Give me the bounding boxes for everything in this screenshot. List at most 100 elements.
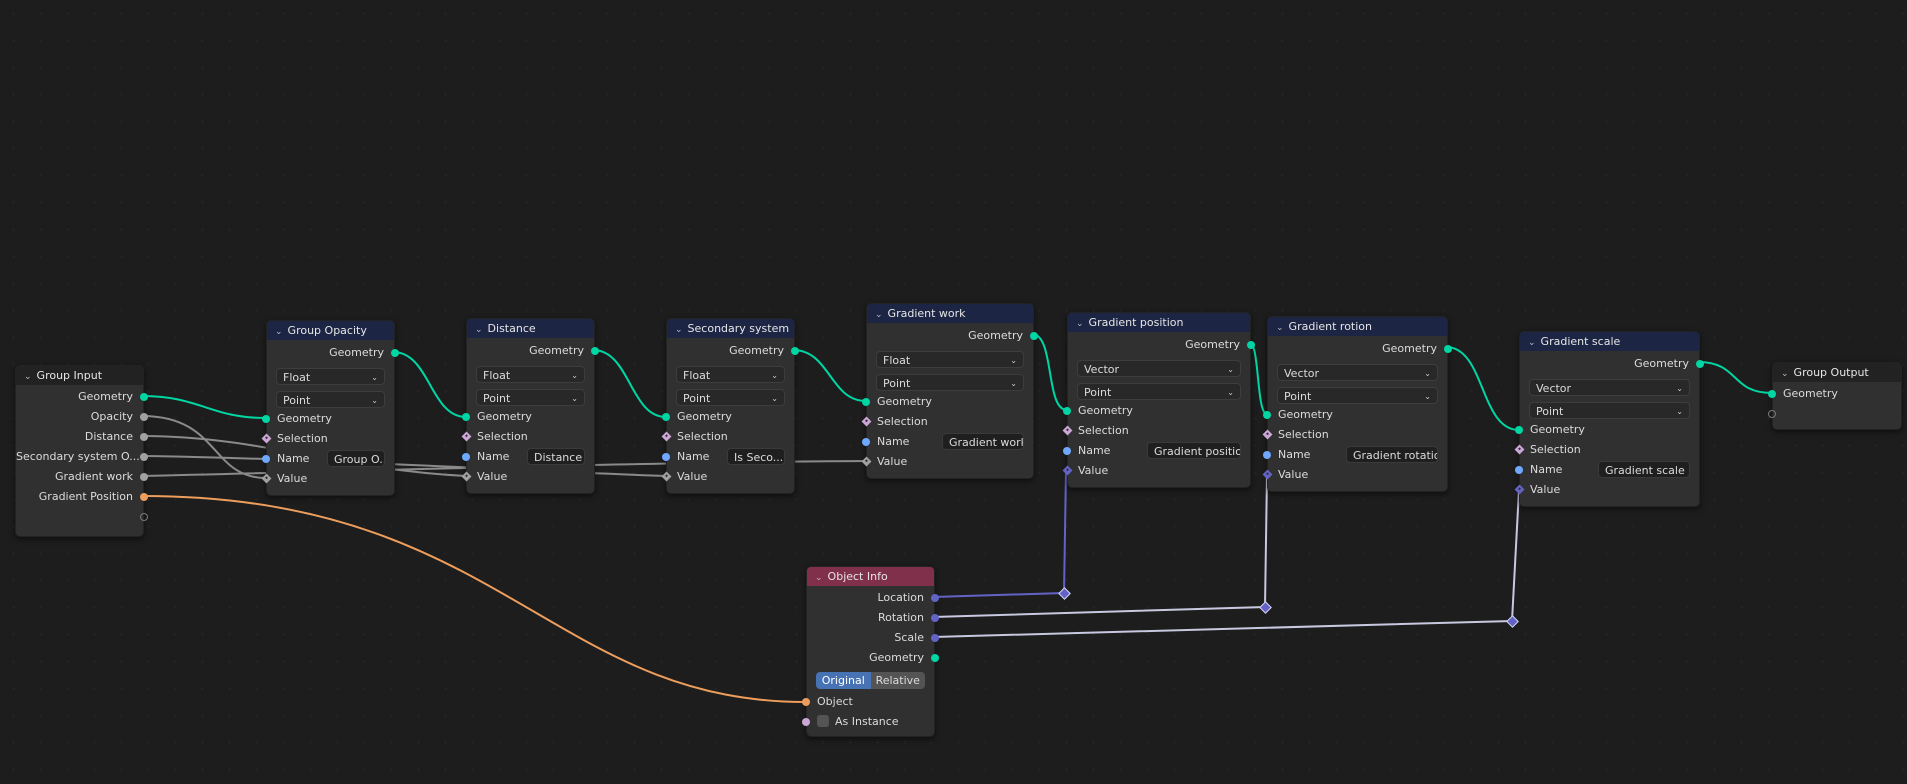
socket-string[interactable] — [662, 453, 670, 461]
socket-string[interactable] — [1515, 466, 1523, 474]
node-header[interactable]: ⌄ Object Info — [807, 567, 934, 586]
socket-geometry[interactable] — [1263, 411, 1271, 419]
socket-string[interactable] — [862, 438, 870, 446]
node-header[interactable]: ⌄ Group Output — [1773, 363, 1901, 382]
node-header[interactable]: ⌄ Gradient scale — [1520, 332, 1699, 351]
name-field[interactable]: Is Seco... — [727, 448, 785, 465]
option-relative[interactable]: Relative — [870, 672, 925, 689]
data-type-select[interactable]: Float ⌄ — [876, 351, 1024, 368]
node-object-info[interactable]: ⌄ Object Info Location Rotation Scale Geo… — [802, 566, 939, 737]
chevron-down-icon[interactable]: ⌄ — [1076, 315, 1084, 332]
socket-float[interactable] — [140, 453, 148, 461]
socket-label: Selection — [677, 430, 728, 443]
domain-select[interactable]: Point ⌄ — [676, 389, 785, 406]
data-type-select[interactable]: Vector ⌄ — [1077, 360, 1241, 377]
name-field[interactable]: Group O... — [327, 450, 385, 467]
chevron-down-icon: ⌄ — [571, 394, 578, 403]
name-field[interactable]: Gradient position — [1147, 442, 1241, 459]
domain-select[interactable]: Point ⌄ — [1077, 383, 1241, 400]
name-field[interactable]: Gradient rotation — [1346, 446, 1438, 463]
socket-float[interactable] — [140, 473, 148, 481]
domain-select[interactable]: Point ⌄ — [876, 374, 1024, 391]
socket-boolean[interactable] — [802, 718, 810, 726]
socket-string[interactable] — [262, 455, 270, 463]
node-group-output[interactable]: ⌄ Group Output Geometry — [1768, 362, 1902, 430]
socket-vector[interactable] — [931, 614, 939, 622]
socket-geometry[interactable] — [140, 393, 148, 401]
socket-geometry[interactable] — [1444, 345, 1452, 353]
socket-empty[interactable] — [1768, 410, 1776, 418]
socket-float[interactable] — [140, 413, 148, 421]
data-type-select[interactable]: Float ⌄ — [476, 366, 585, 383]
name-field[interactable]: Distance — [527, 448, 585, 465]
node-secondary-system[interactable]: ⌄ Secondary system Geometry Float ⌄ Point ⌄… — [661, 318, 799, 494]
socket-geometry[interactable] — [1515, 426, 1523, 434]
socket-geometry[interactable] — [591, 347, 599, 355]
socket-geometry[interactable] — [862, 398, 870, 406]
socket-string[interactable] — [462, 453, 470, 461]
socket-empty[interactable] — [140, 513, 148, 521]
chevron-down-icon[interactable]: ⌄ — [475, 321, 483, 338]
node-header[interactable]: ⌄ Gradient rotion — [1268, 317, 1447, 336]
socket-geometry[interactable] — [1063, 407, 1071, 415]
node-group-input[interactable]: ⌄ Group Input Geometry Opacity Distance S… — [15, 365, 148, 537]
socket-geometry[interactable] — [791, 347, 799, 355]
chevron-down-icon[interactable]: ⌄ — [1276, 319, 1284, 336]
node-header[interactable]: ⌄ Distance — [467, 319, 594, 338]
data-type-select[interactable]: Vector ⌄ — [1277, 364, 1438, 381]
chevron-down-icon[interactable]: ⌄ — [275, 323, 283, 340]
node-group-opacity[interactable]: ⌄ Group Opacity Geometry Float ⌄ Point ⌄ Ge… — [261, 320, 399, 496]
node-gradient-work[interactable]: ⌄ Gradient work Geometry Float ⌄ Point ⌄ Ge… — [861, 303, 1038, 479]
socket-geometry[interactable] — [931, 654, 939, 662]
node-header[interactable]: ⌄ Group Input — [16, 366, 143, 385]
chevron-down-icon[interactable]: ⌄ — [24, 368, 32, 385]
name-field[interactable]: Gradient work — [942, 433, 1024, 450]
socket-geometry[interactable] — [1030, 332, 1038, 340]
socket-vector[interactable] — [931, 634, 939, 642]
domain-select[interactable]: Point ⌄ — [276, 391, 385, 408]
socket-geometry[interactable] — [1696, 360, 1704, 368]
socket-vector[interactable] — [931, 594, 939, 602]
input-value: Value — [261, 469, 394, 489]
socket-geometry[interactable] — [1768, 390, 1776, 398]
domain-select[interactable]: Point ⌄ — [476, 389, 585, 406]
chevron-down-icon[interactable]: ⌄ — [1528, 334, 1536, 351]
socket-object[interactable] — [802, 698, 810, 706]
node-distance[interactable]: ⌄ Distance Geometry Float ⌄ Point ⌄ Geometr… — [461, 318, 599, 494]
chevron-down-icon[interactable]: ⌄ — [815, 569, 823, 586]
node-gradient-scale[interactable]: ⌄ Gradient scale Geometry Vector ⌄ Point ⌄ … — [1514, 331, 1704, 507]
node-header[interactable]: ⌄ Gradient position — [1068, 313, 1250, 332]
chevron-down-icon[interactable]: ⌄ — [675, 321, 683, 338]
chevron-down-icon[interactable]: ⌄ — [875, 306, 883, 323]
node-header[interactable]: ⌄ Gradient work — [867, 304, 1033, 323]
option-original[interactable]: Original — [816, 672, 871, 689]
socket-label: Geometry — [1783, 387, 1838, 400]
socket-geometry[interactable] — [662, 413, 670, 421]
chevron-down-icon[interactable]: ⌄ — [1781, 365, 1789, 382]
data-type-select[interactable]: Float ⌄ — [276, 368, 385, 385]
socket-geometry[interactable] — [262, 415, 270, 423]
socket-geometry[interactable] — [391, 349, 399, 357]
name-field[interactable]: Gradient scale — [1598, 461, 1690, 478]
input-selection: Selection — [1062, 421, 1250, 441]
output-geometry: Geometry — [667, 341, 799, 361]
socket-float[interactable] — [140, 433, 148, 441]
socket-geometry[interactable] — [1247, 341, 1255, 349]
socket-label: Name — [877, 435, 910, 448]
socket-object[interactable] — [140, 493, 148, 501]
data-type-select[interactable]: Float ⌄ — [676, 366, 785, 383]
node-header[interactable]: ⌄ Group Opacity — [267, 321, 394, 340]
socket-label: Geometry — [877, 395, 932, 408]
socket-label: Geometry — [329, 346, 384, 359]
node-gradient-position[interactable]: ⌄ Gradient position Geometry Vector ⌄ Poin… — [1062, 312, 1255, 488]
socket-string[interactable] — [1063, 447, 1071, 455]
input-object: Object — [802, 692, 934, 712]
node-header[interactable]: ⌄ Secondary system — [667, 319, 794, 338]
socket-string[interactable] — [1263, 451, 1271, 459]
node-gradient-rotion[interactable]: ⌄ Gradient rotion Geometry Vector ⌄ Point ⌄… — [1262, 316, 1452, 492]
socket-geometry[interactable] — [462, 413, 470, 421]
as-instance-checkbox[interactable] — [817, 715, 829, 727]
domain-select[interactable]: Point ⌄ — [1277, 387, 1438, 404]
data-type-select[interactable]: Vector ⌄ — [1529, 379, 1690, 396]
domain-select[interactable]: Point ⌄ — [1529, 402, 1690, 419]
